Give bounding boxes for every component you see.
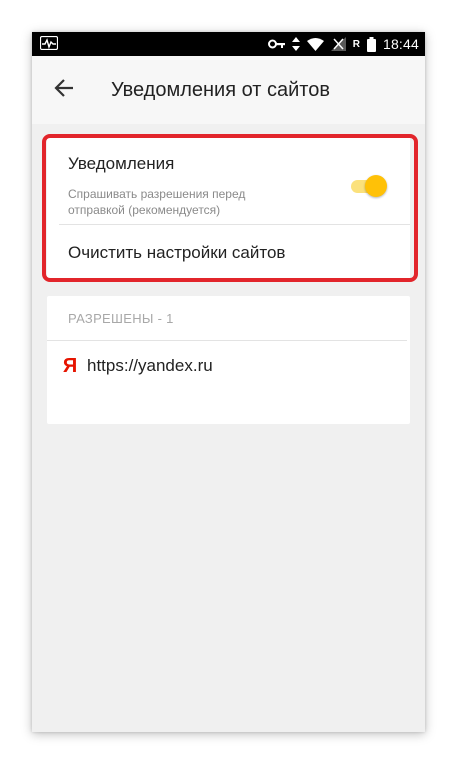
clear-site-settings-label: Очистить настройки сайтов bbox=[68, 243, 286, 262]
back-button[interactable] bbox=[39, 65, 89, 115]
allowed-section-header: РАЗРЕШЕНЫ - 1 bbox=[47, 296, 410, 341]
phone-screen: R 18:44 Уведомления от сайтов Уведомлени… bbox=[32, 32, 425, 732]
toggle-thumb bbox=[365, 175, 387, 197]
app-bar: Уведомления от сайтов bbox=[32, 56, 425, 124]
arrow-back-icon bbox=[54, 78, 74, 102]
notifications-title: Уведомления bbox=[68, 154, 175, 173]
status-time: 18:44 bbox=[382, 36, 419, 52]
notifications-subtitle: Спрашивать разрешения перед отправкой (р… bbox=[68, 187, 246, 217]
data-transfer-icon bbox=[291, 37, 300, 51]
cellular-signal-icon bbox=[330, 37, 346, 51]
vpn-key-icon bbox=[267, 39, 285, 49]
roaming-indicator: R bbox=[352, 38, 360, 50]
battery-icon bbox=[366, 36, 376, 52]
allowed-sites-card: РАЗРЕШЕНЫ - 1 Я https://yandex.ru bbox=[47, 296, 410, 424]
notifications-setting-row[interactable]: Уведомления Спрашивать разрешения перед … bbox=[47, 137, 410, 224]
wifi-icon bbox=[306, 37, 324, 51]
site-url: https://yandex.ru bbox=[87, 356, 213, 375]
status-bar: R 18:44 bbox=[32, 32, 425, 56]
activity-monitor-icon bbox=[39, 35, 59, 53]
yandex-logo-icon: Я bbox=[62, 354, 78, 377]
clear-site-settings-button[interactable]: Очистить настройки сайтов bbox=[47, 225, 410, 281]
site-item-yandex[interactable]: Я https://yandex.ru bbox=[47, 341, 410, 391]
notifications-toggle[interactable] bbox=[348, 174, 388, 198]
page-title: Уведомления от сайтов bbox=[111, 78, 330, 101]
notification-settings-card: Уведомления Спрашивать разрешения перед … bbox=[47, 137, 410, 282]
allowed-section-label: РАЗРЕШЕНЫ - 1 bbox=[68, 311, 174, 326]
